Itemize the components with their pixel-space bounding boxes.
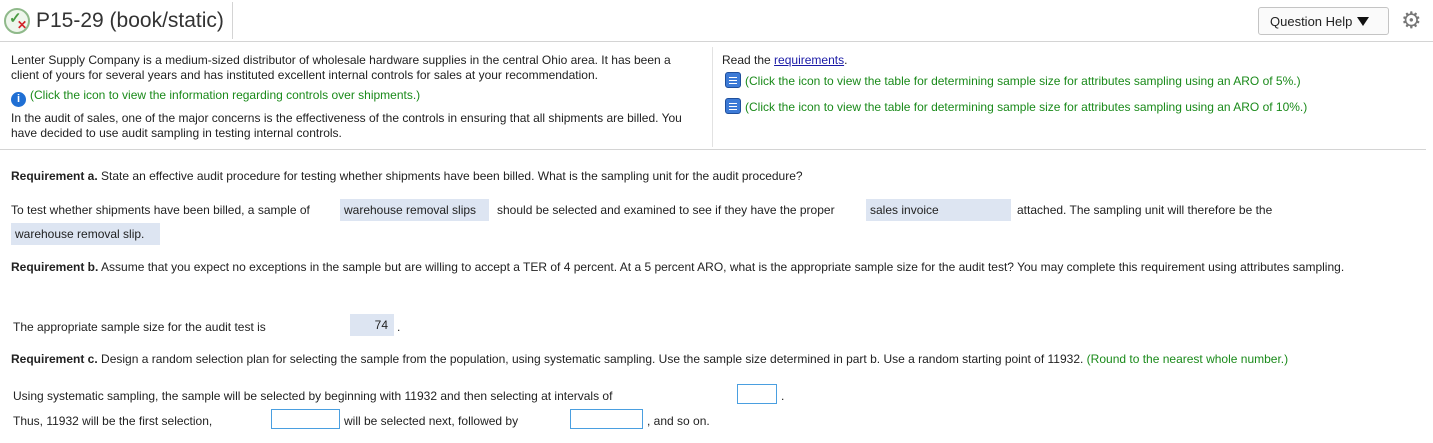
req-c-note: (Round to the nearest whole number.): [1083, 352, 1289, 366]
answer-sampling-unit[interactable]: warehouse removal slip.: [11, 223, 160, 245]
section-divider: [0, 149, 1426, 150]
table-aro5-text[interactable]: (Click the icon to view the table for de…: [745, 74, 1301, 88]
req-b-text: Assume that you expect no exceptions in …: [98, 260, 1345, 274]
req-c-line-2a: Thus, 11932 will be the first selection,: [13, 414, 213, 428]
req-a-sentence-1: To test whether shipments have been bill…: [11, 203, 310, 217]
req-a-sentence-2: should be selected and examined to see i…: [497, 203, 835, 217]
req-b-prompt: The appropriate sample size for the audi…: [13, 320, 266, 334]
check-x-icon: ✓ ✕: [4, 7, 30, 34]
req-c-label: Requirement c.: [11, 352, 98, 366]
req-c-line-1: Using systematic sampling, the sample wi…: [13, 389, 613, 403]
req-a-label: Requirement a.: [11, 169, 98, 183]
answer-document[interactable]: sales invoice: [866, 199, 1011, 221]
req-a-text: State an effective audit procedure for t…: [97, 169, 803, 183]
req-c-line-2c: , and so on.: [647, 414, 710, 428]
interval-input[interactable]: [737, 384, 777, 404]
info-line: i (Click the icon to view the information…: [11, 88, 701, 107]
req-b-label: Requirement b.: [11, 260, 99, 274]
read-prefix: Read the: [722, 53, 775, 67]
question-help-label: Question Help: [1270, 13, 1353, 29]
answer-sample-item[interactable]: warehouse removal slips: [340, 199, 489, 221]
table-aro5-line: (Click the icon to view the table for de…: [725, 72, 1425, 89]
table-aro10-text[interactable]: (Click the icon to view the table for de…: [745, 100, 1307, 114]
req-b-heading: Requirement b. Assume that you expect no…: [11, 260, 1421, 275]
column-divider: [712, 47, 713, 147]
title-box: ✓ ✕ P15-29 (book/static): [0, 2, 233, 39]
intro-paragraph-1: Lenter Supply Company is a medium-sized …: [11, 53, 671, 82]
page-title: P15-29 (book/static): [36, 8, 224, 32]
gear-icon[interactable]: ⚙: [1401, 8, 1422, 32]
req-a-heading: Requirement a. State an effective audit …: [11, 169, 803, 184]
req-b-suffix: .: [397, 320, 401, 334]
req-c-line-1-suffix: .: [781, 389, 785, 403]
req-c-heading: Requirement c. Design a random selection…: [11, 352, 1288, 367]
info-link-text[interactable]: (Click the icon to view the information …: [30, 88, 420, 102]
table-aro10-icon[interactable]: [725, 98, 741, 114]
req-a-sentence-3: attached. The sampling unit will therefo…: [1017, 203, 1273, 217]
intro-paragraph-2: In the audit of sales, one of the major …: [11, 111, 682, 140]
dropdown-triangle-icon: [1357, 16, 1370, 26]
next-selection-input[interactable]: [271, 409, 340, 429]
table-aro10-line: (Click the icon to view the table for de…: [725, 98, 1425, 115]
req-c-line-2b: will be selected next, followed by: [344, 414, 519, 428]
table-aro5-icon[interactable]: [725, 72, 741, 88]
req-c-text: Design a random selection plan for selec…: [97, 352, 1084, 366]
answer-sample-size[interactable]: 74: [350, 314, 394, 336]
read-requirements-line: Read the requirements.: [722, 53, 1422, 68]
requirements-link[interactable]: requirements: [774, 53, 844, 67]
following-selection-input[interactable]: [570, 409, 643, 429]
header-bar: ✓ ✕ P15-29 (book/static) Question Help ⚙: [0, 0, 1433, 42]
question-help-button[interactable]: Question Help: [1258, 7, 1389, 35]
info-icon[interactable]: i: [11, 92, 26, 107]
read-suffix: .: [844, 53, 848, 67]
